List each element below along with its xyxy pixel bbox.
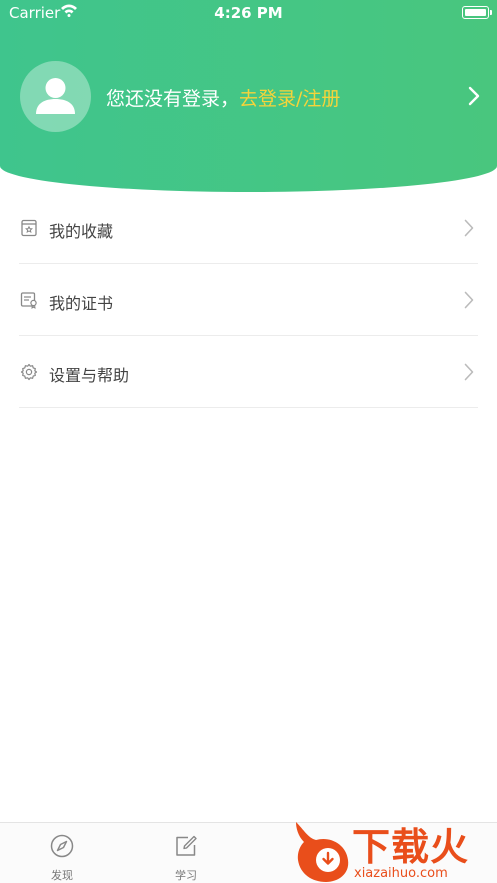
battery-icon <box>462 6 489 19</box>
menu-item-label: 我的收藏 <box>49 222 114 241</box>
tab-discover[interactable]: 发现 <box>0 823 124 883</box>
watermark-brand: 下载火 <box>352 825 470 869</box>
menu-item-certificates[interactable]: 我的证书 <box>19 264 478 336</box>
login-prompt[interactable]: 您还没有登录，去登录/注册 <box>106 84 340 111</box>
watermark-site: xiazaihuo.com <box>354 866 448 881</box>
user-icon <box>36 78 75 114</box>
edit-icon <box>174 834 198 858</box>
login-register-link[interactable]: 去登录/注册 <box>239 88 340 110</box>
battery-tip <box>490 10 492 15</box>
menu-item-favorites[interactable]: 我的收藏 <box>19 192 478 264</box>
chevron-right-icon <box>464 363 474 385</box>
tab-study[interactable]: 学习 <box>124 823 248 883</box>
menu-item-label: 我的证书 <box>49 294 114 313</box>
menu-item-settings-help[interactable]: 设置与帮助 <box>19 336 478 408</box>
compass-icon <box>50 834 74 858</box>
tab-label: 学习 <box>175 869 197 882</box>
watermark-logo: 下载火 xiazaihuo.com <box>290 816 497 883</box>
chevron-right-icon <box>464 291 474 313</box>
menu-list: 我的收藏 我的证书 设置与帮助 <box>19 192 478 408</box>
status-time: 4:26 PM <box>214 4 283 22</box>
certificate-icon <box>20 291 38 309</box>
bookmark-icon <box>20 219 38 237</box>
login-row[interactable]: 您还没有登录，去登录/注册 <box>20 61 480 133</box>
chevron-right-icon <box>464 219 474 241</box>
tab-label: 发现 <box>51 869 73 882</box>
chevron-right-icon <box>468 85 480 111</box>
status-bar: Carrier 4:26 PM <box>0 0 497 26</box>
avatar[interactable] <box>20 61 91 132</box>
flame-logo-icon <box>296 822 349 882</box>
login-prompt-text: 您还没有登录， <box>106 88 240 110</box>
gear-icon <box>20 363 38 381</box>
menu-item-label: 设置与帮助 <box>49 366 130 385</box>
